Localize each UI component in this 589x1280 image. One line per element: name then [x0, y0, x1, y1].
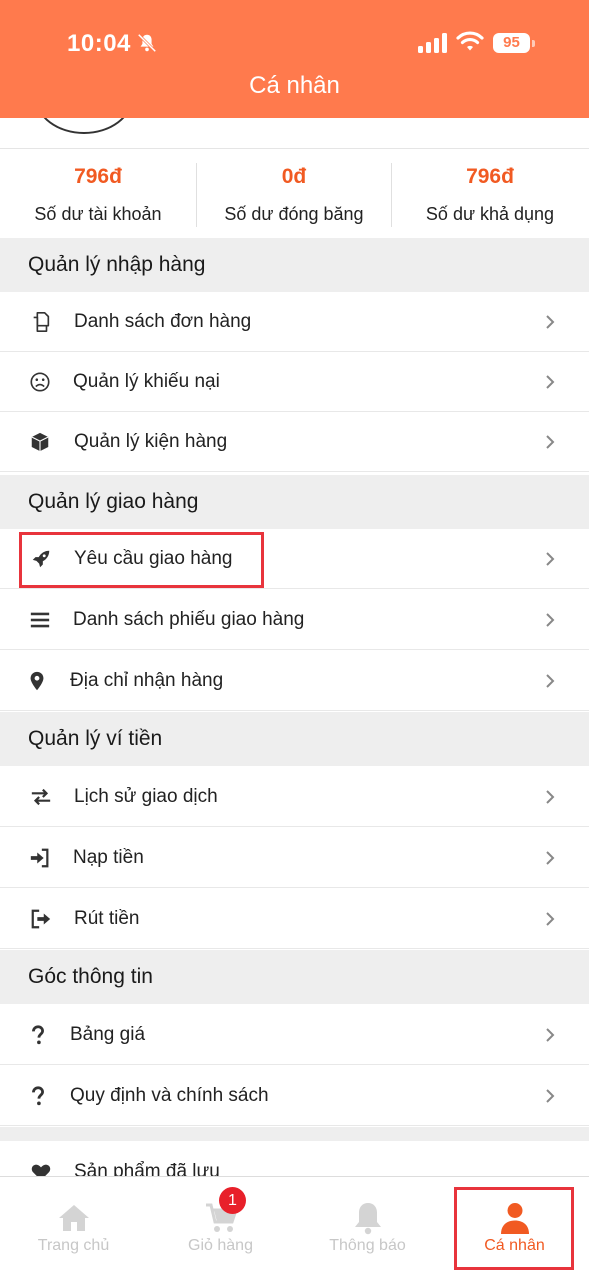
menu-item-label: Danh sách đơn hàng [74, 311, 252, 332]
menu-item-packages[interactable]: Quản lý kiện hàng [0, 412, 589, 472]
page-title: Cá nhân [249, 72, 340, 99]
home-icon [58, 1205, 89, 1231]
menu-item-label: Rút tiền [74, 908, 140, 929]
balance-summary: 796đ Số dư tài khoản 0đ Số dư đóng băng … [0, 148, 589, 238]
menu-item-price-list[interactable]: Bảng giá [0, 1005, 589, 1065]
section-title: Góc thông tin [28, 965, 153, 988]
exchange-icon [31, 788, 51, 806]
balance-label: Số dư khả dụng [425, 204, 555, 224]
list-icon [30, 612, 50, 628]
tab-notifications[interactable]: Thông báo [294, 1177, 441, 1280]
chevron-right-icon [546, 851, 555, 865]
section-title: Quản lý giao hàng [28, 490, 199, 513]
menu-item-delivery-slips[interactable]: Danh sách phiếu giao hàng [0, 590, 589, 650]
tab-label: Thông báo [329, 1237, 406, 1254]
section-spacer [0, 1127, 589, 1141]
status-bar: 10:04 95 [0, 0, 589, 80]
menu-item-deposit[interactable]: Nạp tiền [0, 828, 589, 888]
cart-count-badge: 1 [219, 1187, 246, 1214]
bell-icon [354, 1203, 381, 1235]
balance-label: Số dư đóng băng [224, 204, 364, 224]
menu-item-withdraw[interactable]: Rút tiền [0, 889, 589, 949]
chevron-right-icon [546, 1089, 555, 1103]
balance-value: 796đ [466, 165, 514, 188]
menu-item-label: Bảng giá [70, 1024, 146, 1045]
highlight-delivery-request [19, 532, 264, 588]
cellular-signal-icon [418, 33, 447, 53]
chevron-right-icon [546, 1028, 555, 1042]
tab-label: Giỏ hàng [188, 1237, 253, 1254]
chevron-right-icon [546, 552, 555, 566]
copy-icon [33, 312, 50, 332]
frown-icon [30, 372, 50, 392]
chevron-right-icon [546, 912, 555, 926]
question-icon [32, 1086, 44, 1106]
chevron-right-icon [546, 674, 555, 688]
menu-item-label: Nạp tiền [73, 847, 144, 868]
menu-item-label: Quản lý khiếu nại [73, 371, 220, 392]
menu-item-label: Địa chỉ nhận hàng [70, 670, 224, 691]
bell-slash-icon [137, 33, 157, 53]
menu-item-addresses[interactable]: Địa chỉ nhận hàng [0, 651, 589, 711]
map-pin-icon [30, 671, 44, 691]
menu-item-label: Danh sách phiếu giao hàng [73, 609, 305, 630]
battery-indicator: 95 [493, 33, 535, 53]
menu-item-complaints[interactable]: Quản lý khiếu nại [0, 352, 589, 412]
section-header-import: Quản lý nhập hàng [0, 238, 589, 292]
highlight-profile-tab [454, 1187, 574, 1270]
menu-item-policies[interactable]: Quy định và chính sách [0, 1066, 589, 1126]
chevron-right-icon [546, 613, 555, 627]
menu-item-label: Lịch sử giao dịch [74, 786, 218, 807]
sign-in-icon [30, 848, 49, 868]
section-header-wallet: Quản lý ví tiền [0, 712, 589, 766]
box-icon [31, 432, 49, 452]
app-header: 10:04 95 Cá nhân [0, 0, 589, 118]
battery-level: 95 [493, 33, 530, 53]
status-time: 10:04 [67, 30, 131, 57]
balance-label: Số dư tài khoản [34, 204, 162, 224]
tab-home[interactable]: Trang chủ [0, 1177, 147, 1280]
menu-item-label: Quản lý kiện hàng [74, 431, 228, 452]
tab-label: Trang chủ [37, 1237, 110, 1254]
question-icon [32, 1025, 44, 1045]
chevron-right-icon [546, 435, 555, 449]
balance-account: 796đ Số dư tài khoản [0, 149, 196, 239]
wifi-icon [456, 31, 484, 51]
menu-item-transactions[interactable]: Lịch sử giao dịch [0, 767, 589, 827]
balance-frozen: 0đ Số dư đóng băng [196, 149, 392, 239]
balance-value: 796đ [74, 165, 122, 188]
section-title: Quản lý ví tiền [28, 727, 163, 750]
menu-item-order-list[interactable]: Danh sách đơn hàng [0, 292, 589, 352]
menu-item-label: Quy định và chính sách [70, 1085, 269, 1106]
section-header-delivery: Quản lý giao hàng [0, 475, 589, 529]
section-title: Quản lý nhập hàng [28, 253, 206, 276]
chevron-right-icon [546, 790, 555, 804]
balance-value: 0đ [281, 165, 307, 188]
balance-available: 796đ Số dư khả dụng [392, 149, 588, 239]
chevron-right-icon [546, 375, 555, 389]
chevron-right-icon [546, 315, 555, 329]
section-header-info: Góc thông tin [0, 950, 589, 1004]
sign-out-icon [31, 909, 51, 929]
